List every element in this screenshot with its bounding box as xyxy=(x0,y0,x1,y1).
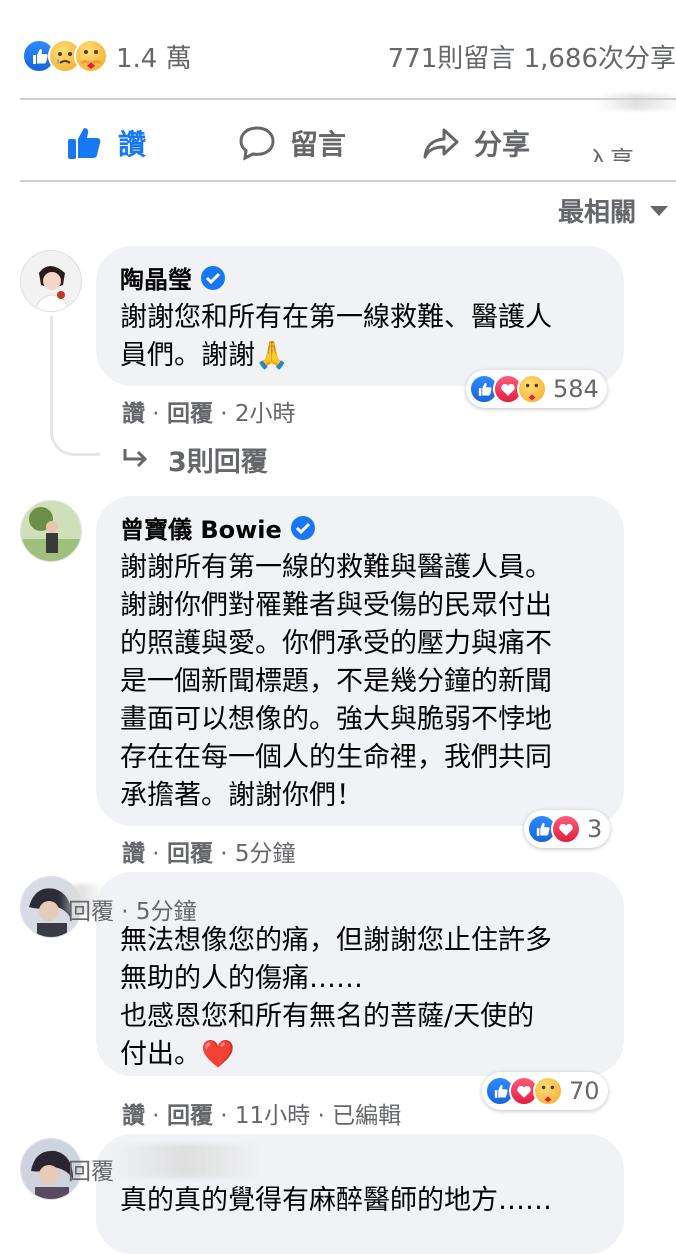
like-button[interactable]: 讚 xyxy=(66,118,146,168)
divider xyxy=(20,180,676,182)
blur-overlay xyxy=(110,1144,260,1178)
comment-header: 回覆 xyxy=(68,1152,114,1186)
comment-reply-link[interactable]: 回覆 xyxy=(167,841,213,867)
view-replies-link[interactable]: 3則回覆 xyxy=(122,440,268,479)
thumbs-up-icon xyxy=(66,125,104,161)
reaction-count: 584 xyxy=(553,375,599,403)
comment-time[interactable]: 11小時 xyxy=(235,1103,310,1129)
comment-reactions[interactable]: 3 xyxy=(524,810,611,848)
comment-time[interactable]: 5分鐘 xyxy=(235,841,296,867)
comment-reply-link[interactable]: 回覆 xyxy=(167,401,213,427)
partial-action-label: 入享 xyxy=(586,146,634,162)
comment-text: 謝謝所有第一線的救難與醫護人員。 謝謝你們對罹難者與受傷的民眾付出 的照護與愛。… xyxy=(120,552,552,811)
comment-time[interactable]: 2小時 xyxy=(235,401,296,427)
author-name[interactable]: 曾寶儀 Bowie xyxy=(120,510,282,545)
reaction-count: 3 xyxy=(587,815,603,843)
sort-label: 最相關 xyxy=(557,198,636,228)
comment-text: 謝謝您和所有在第一線救難、醫護人 員們。謝謝🙏 xyxy=(120,302,552,371)
comment-like-link[interactable]: 讚 xyxy=(122,841,145,867)
comment-like-link[interactable]: 讚 xyxy=(122,1103,145,1129)
care-reaction-icon xyxy=(533,1076,563,1106)
share-button[interactable]: 分享 xyxy=(422,118,530,168)
comment-button[interactable]: 留言 xyxy=(238,118,346,168)
replies-count-label: 3則回覆 xyxy=(168,447,268,478)
avatar[interactable] xyxy=(20,250,82,312)
comment-reactions[interactable]: 70 xyxy=(482,1072,608,1110)
comment-like-link[interactable]: 讚 xyxy=(122,401,145,427)
share-arrow-icon xyxy=(422,125,460,161)
reply-arrow-icon xyxy=(122,447,150,473)
comment-meta: 讚 · 回覆 · 11小時 · 已編輯 xyxy=(122,1103,402,1129)
caret-down-icon xyxy=(650,205,668,216)
avatar[interactable] xyxy=(20,500,82,562)
comment-text: 真的真的覺得有麻醉醫師的地方…… xyxy=(120,1185,552,1216)
comment-bubble-icon xyxy=(238,125,276,161)
edited-label[interactable]: 已編輯 xyxy=(332,1103,401,1129)
comment-meta: 讚 · 回覆 · 2小時 xyxy=(122,401,296,427)
comment-reactions[interactable]: 584 xyxy=(466,370,607,408)
care-reaction-icon xyxy=(74,39,108,73)
comment-header-text[interactable]: 回覆 xyxy=(68,1159,114,1185)
comment-reply-link[interactable]: 回覆 xyxy=(167,1103,213,1129)
comment-button-label: 留言 xyxy=(290,128,347,161)
share-button-label: 分享 xyxy=(474,128,531,161)
divider xyxy=(20,98,676,100)
like-button-label: 讚 xyxy=(118,128,147,161)
reaction-count: 70 xyxy=(569,1077,600,1105)
verified-badge-icon xyxy=(290,515,316,541)
verified-badge-icon xyxy=(200,265,226,291)
comment-bubble[interactable]: 曾寶儀 Bowie 謝謝所有第一線的救難與醫護人員。 謝謝你們對罹難者與受傷的民… xyxy=(96,496,624,826)
comment-header: 回覆 · 5分鐘 xyxy=(68,892,197,926)
blur-overlay xyxy=(596,94,676,110)
comment-bubble[interactable]: 陶晶瑩 謝謝您和所有在第一線救難、醫護人 員們。謝謝🙏 xyxy=(96,246,624,386)
care-reaction-icon xyxy=(517,374,547,404)
love-reaction-icon xyxy=(551,814,581,844)
comment-meta: 讚 · 回覆 · 5分鐘 xyxy=(122,841,296,867)
author-name[interactable]: 陶晶瑩 xyxy=(120,260,192,295)
comment-header-text[interactable]: 回覆 · 5分鐘 xyxy=(68,899,197,925)
comment-text: 無法想像您的痛，但謝謝您止住許多 無助的人的傷痛…… 也感恩您和所有無名的菩薩/… xyxy=(120,925,552,1070)
thread-line xyxy=(50,316,100,456)
comment-author[interactable]: 曾寶儀 Bowie xyxy=(120,510,602,545)
comment-author[interactable]: 陶晶瑩 xyxy=(120,260,602,295)
reaction-summary[interactable]: 1.4 萬 xyxy=(22,36,192,76)
reaction-count: 1.4 萬 xyxy=(116,43,192,74)
comments-shares-count[interactable]: 771則留言 1,686次分享 xyxy=(388,38,676,75)
sort-dropdown[interactable]: 最相關 xyxy=(558,192,668,229)
